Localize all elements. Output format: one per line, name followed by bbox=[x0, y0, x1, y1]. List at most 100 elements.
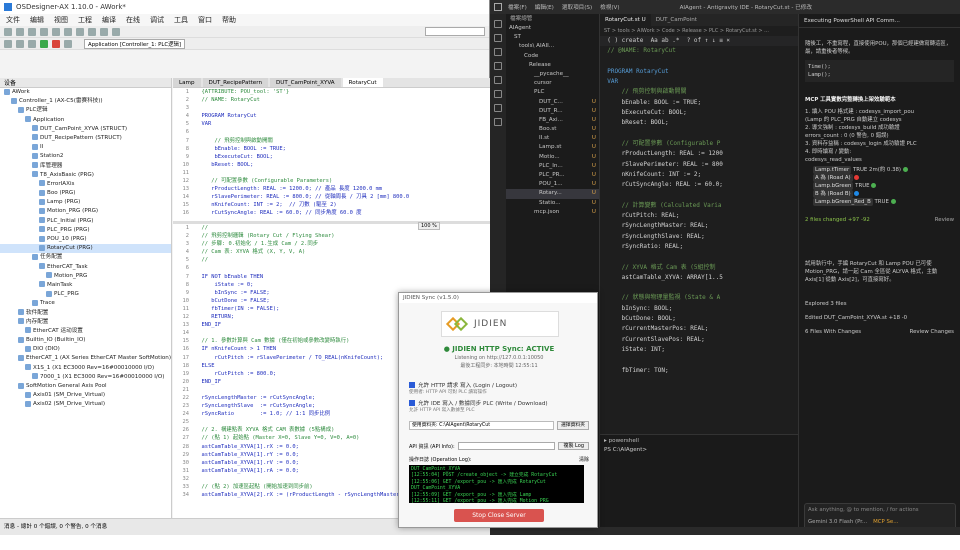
explorer-item[interactable]: cursor bbox=[506, 79, 599, 88]
explorer-item[interactable]: Code bbox=[506, 52, 599, 61]
code-line[interactable]: 1 // bbox=[173, 224, 490, 232]
editor-tab[interactable]: RotaryCut bbox=[342, 78, 383, 87]
menu-item[interactable]: 工具 bbox=[174, 15, 188, 25]
editor-tab[interactable]: DUT_RecipePattern bbox=[202, 78, 268, 87]
tree-node[interactable]: Axis01 (SM_Drive_Virtual) bbox=[0, 391, 171, 400]
code-line[interactable]: 5 VAR bbox=[173, 120, 490, 128]
tree-node[interactable]: Motion_PRG bbox=[0, 272, 171, 281]
tree-node[interactable]: Lamp (PRG) bbox=[0, 198, 171, 207]
model-selector[interactable]: Gemini 3.0 Flash (Pr... bbox=[808, 519, 867, 525]
tree-node[interactable]: Trace bbox=[0, 299, 171, 308]
select-folder-button[interactable]: 選擇資料夾 bbox=[557, 421, 589, 430]
ide-code-line[interactable]: // @NAME: RotaryCut bbox=[600, 46, 798, 56]
mcp-selector[interactable]: MCP Se... bbox=[873, 519, 898, 525]
code-line[interactable]: 14 rSlavePerimeter: REAL := 800.0; // 從軸… bbox=[173, 193, 490, 201]
explorer-item[interactable]: U DUT_C... bbox=[506, 98, 599, 107]
explorer-item[interactable]: U FB_Axi... bbox=[506, 116, 599, 125]
code-line[interactable]: 3 // 步驟: 0.初始化 / 1.生成 Cam / 2.同步 bbox=[173, 240, 490, 248]
ide-code-line[interactable] bbox=[600, 252, 798, 262]
tree-node[interactable]: AWork bbox=[0, 88, 171, 97]
tree-node[interactable]: RotaryCut (PRG) bbox=[0, 244, 171, 254]
ide-code-line[interactable]: PROGRAM RotaryCut bbox=[600, 67, 798, 77]
tree-node[interactable]: EtherCAT 运动设置 bbox=[0, 327, 171, 336]
tree-node[interactable]: PLC逻辑 bbox=[0, 106, 171, 115]
copy-log-button[interactable]: 複製 Log bbox=[558, 442, 589, 450]
menu-item[interactable]: 编辑 bbox=[30, 15, 44, 25]
code-line[interactable]: 10 bReset: BOOL; bbox=[173, 161, 490, 169]
tree-node[interactable]: 库管理器 bbox=[0, 162, 171, 171]
paste-icon[interactable] bbox=[100, 27, 108, 36]
stop-icon[interactable] bbox=[52, 39, 60, 48]
explorer-item[interactable]: U POU_1... bbox=[506, 180, 599, 189]
menu-item[interactable]: 编译 bbox=[102, 15, 116, 25]
explorer-item[interactable]: __pycache__ bbox=[506, 70, 599, 79]
code-line[interactable]: 4 PROGRAM RotaryCut bbox=[173, 112, 490, 120]
explorer-item[interactable]: PLC bbox=[506, 88, 599, 97]
tree-node[interactable]: POU_10 (PRG) bbox=[0, 235, 171, 244]
tree-node[interactable]: Station2 bbox=[0, 152, 171, 161]
explorer-item[interactable]: U PLC_In... bbox=[506, 162, 599, 171]
editor-tab[interactable]: Lamp bbox=[173, 78, 201, 87]
ide-code-line[interactable]: // 飛剪控制與啟動開關 bbox=[600, 87, 798, 97]
ide-code-line[interactable]: rSyncRatio: REAL; bbox=[600, 242, 798, 252]
tree-node[interactable]: MainTask bbox=[0, 281, 171, 290]
menu-item[interactable]: 窗口 bbox=[198, 15, 212, 25]
redo-icon[interactable] bbox=[64, 27, 72, 36]
run-icon[interactable] bbox=[40, 39, 48, 48]
code-line[interactable]: 2 // 飛剪控制邏輯 (Rotary Cut / Flying Shear) bbox=[173, 232, 490, 240]
explorer-item[interactable]: U Rotary... bbox=[506, 189, 599, 199]
ide-code-line[interactable]: VAR bbox=[600, 77, 798, 87]
clear-log-button[interactable]: 清除 bbox=[579, 456, 589, 463]
left-search-input[interactable] bbox=[425, 27, 485, 36]
source-control-icon[interactable] bbox=[494, 48, 502, 56]
terminal-tab[interactable]: ▸ powershell bbox=[600, 435, 798, 447]
code-line[interactable]: 4 // Cam 表: XYVA 格式 (X, Y, V, A) bbox=[173, 248, 490, 256]
application-dropdown[interactable]: Application [Controller_1: PLC逻辑] bbox=[84, 38, 186, 49]
ide-code-line[interactable]: rSyncLengthSlave: REAL; bbox=[600, 232, 798, 242]
code-line[interactable]: 3 bbox=[173, 104, 490, 112]
tree-node[interactable]: EtherCAT_1 (AX Series EtherCAT Master So… bbox=[0, 354, 171, 363]
explorer-item[interactable]: tools\ AIAII... bbox=[506, 42, 599, 51]
ide-code-line[interactable]: rCutSyncAngle: REAL := 60.0; bbox=[600, 180, 798, 190]
code-line[interactable]: 5 // bbox=[173, 256, 490, 264]
logout-icon[interactable] bbox=[28, 39, 36, 48]
tree-node[interactable]: 任务配置 bbox=[0, 253, 171, 262]
allow-login-checkbox[interactable]: 允許 HTTP 請求 寫入 (Login / Logout) bbox=[409, 381, 517, 389]
explorer-item[interactable]: AIAgent bbox=[506, 24, 599, 33]
tree-node[interactable]: DUT_RecipePattern (STRUCT) bbox=[0, 134, 171, 143]
ide-code-line[interactable]: rSyncLengthMaster: REAL; bbox=[600, 221, 798, 231]
edited-file[interactable]: Edited DUT_CamPoint_XYVA.st +18 -0 bbox=[799, 314, 960, 322]
code-line[interactable]: 2 // NAME: RotaryCut bbox=[173, 96, 490, 104]
ide-code-line[interactable] bbox=[600, 190, 798, 200]
tree-node[interactable]: Axis02 (SM_Drive_Virtual) bbox=[0, 400, 171, 409]
testing-icon[interactable] bbox=[494, 118, 502, 126]
run-debug-icon[interactable] bbox=[494, 62, 502, 70]
find-widget[interactable]: ( ) create Aa ab .* ? of ↑ ↓ ≡ × bbox=[600, 36, 798, 47]
ide-code-line[interactable]: astCamTable_XYVA: ARRAY[1..5 bbox=[600, 273, 798, 283]
tree-node[interactable]: II bbox=[0, 143, 171, 152]
ide-code-line[interactable] bbox=[600, 283, 798, 293]
ide-code-line[interactable]: rCurrentMasterPos: REAL; bbox=[600, 324, 798, 334]
tree-node[interactable]: 内存配置 bbox=[0, 318, 171, 327]
menu-item[interactable]: 帮助 bbox=[222, 15, 236, 25]
menu-item[interactable]: 工程 bbox=[78, 15, 92, 25]
tree-node[interactable]: Boo (PRG) bbox=[0, 189, 171, 198]
tree-node[interactable]: X1S_1 (X1 EC3000 Rev=16#00010000 I/O) bbox=[0, 364, 171, 373]
tree-node[interactable]: Builtin_IO (Builtin_IO) bbox=[0, 336, 171, 345]
ide-code-line[interactable]: iState: INT; bbox=[600, 345, 798, 355]
ide-code-line[interactable]: // 狀態與物理量監視 (State & A bbox=[600, 293, 798, 303]
ide-code-line[interactable]: bExecuteCut: BOOL; bbox=[600, 108, 798, 118]
find-icon[interactable] bbox=[112, 27, 120, 36]
code-line[interactable]: 8 iState := 0; bbox=[173, 281, 490, 289]
explorer-item[interactable]: Release bbox=[506, 61, 599, 70]
zoom-level[interactable]: 100 % bbox=[418, 222, 440, 230]
review-button[interactable]: Review bbox=[935, 216, 954, 224]
ide-code-line[interactable]: bEnable: BOOL := TRUE; bbox=[600, 98, 798, 108]
ide-code-line[interactable]: bInSync: BOOL; bbox=[600, 304, 798, 314]
ide-code-line[interactable]: bReset: BOOL; bbox=[600, 118, 798, 128]
tree-node[interactable]: Controller_1 (AX-C5(雷赛科技)) bbox=[0, 97, 171, 106]
stop-server-button[interactable]: Stop Close Server bbox=[454, 509, 544, 522]
explored-files[interactable]: Explored 3 files bbox=[799, 300, 960, 308]
print-icon[interactable] bbox=[40, 27, 48, 36]
code-line[interactable]: 13 rProductLength: REAL := 1200.0; // 產品… bbox=[173, 185, 490, 193]
